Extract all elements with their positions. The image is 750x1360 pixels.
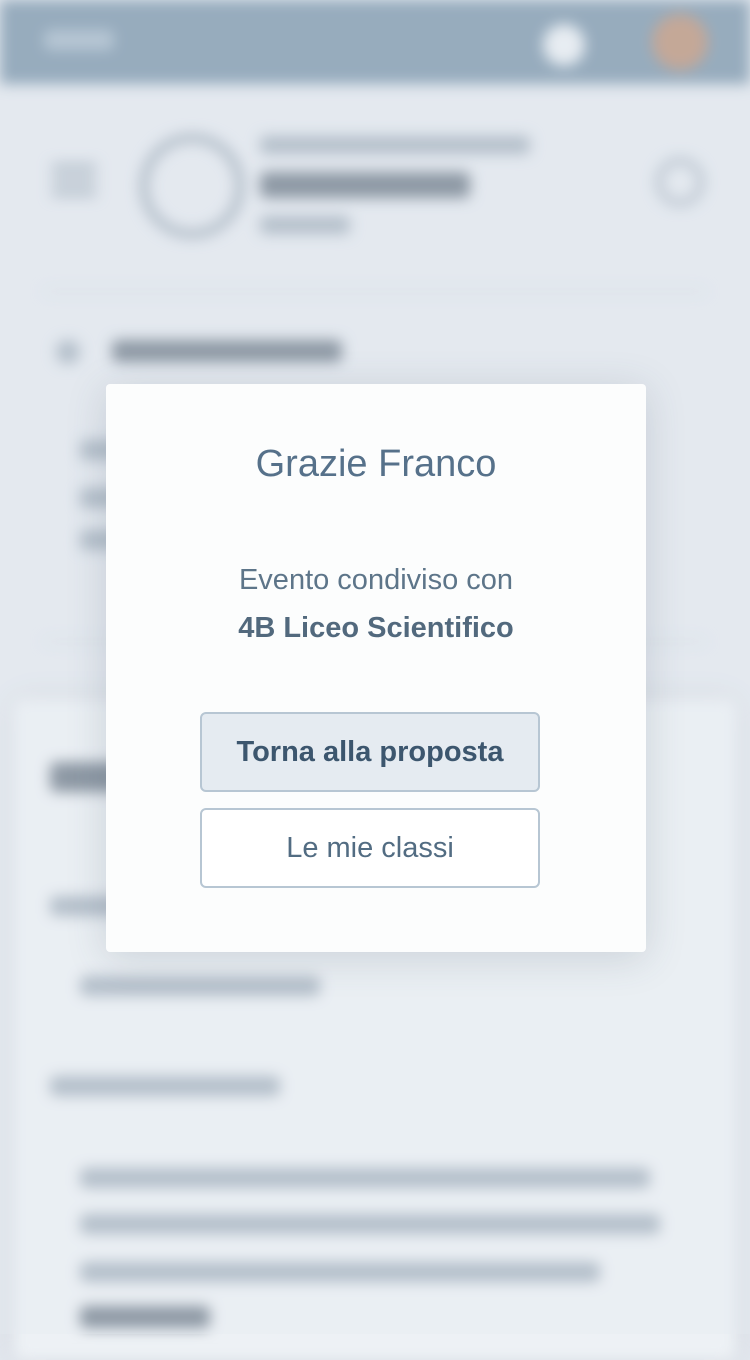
class-name: 4B Liceo Scientifico [238, 612, 514, 644]
back-to-proposal-button[interactable]: Torna alla proposta [200, 712, 540, 792]
confirmation-dialog: Grazie Franco Evento condiviso con 4B Li… [106, 384, 646, 952]
dialog-message: Evento condiviso con 4B Liceo Scientific… [106, 556, 646, 652]
my-classes-button[interactable]: Le mie classi [200, 808, 540, 888]
dialog-title: Grazie Franco [255, 443, 497, 485]
message-text: Evento condiviso con [238, 564, 514, 596]
